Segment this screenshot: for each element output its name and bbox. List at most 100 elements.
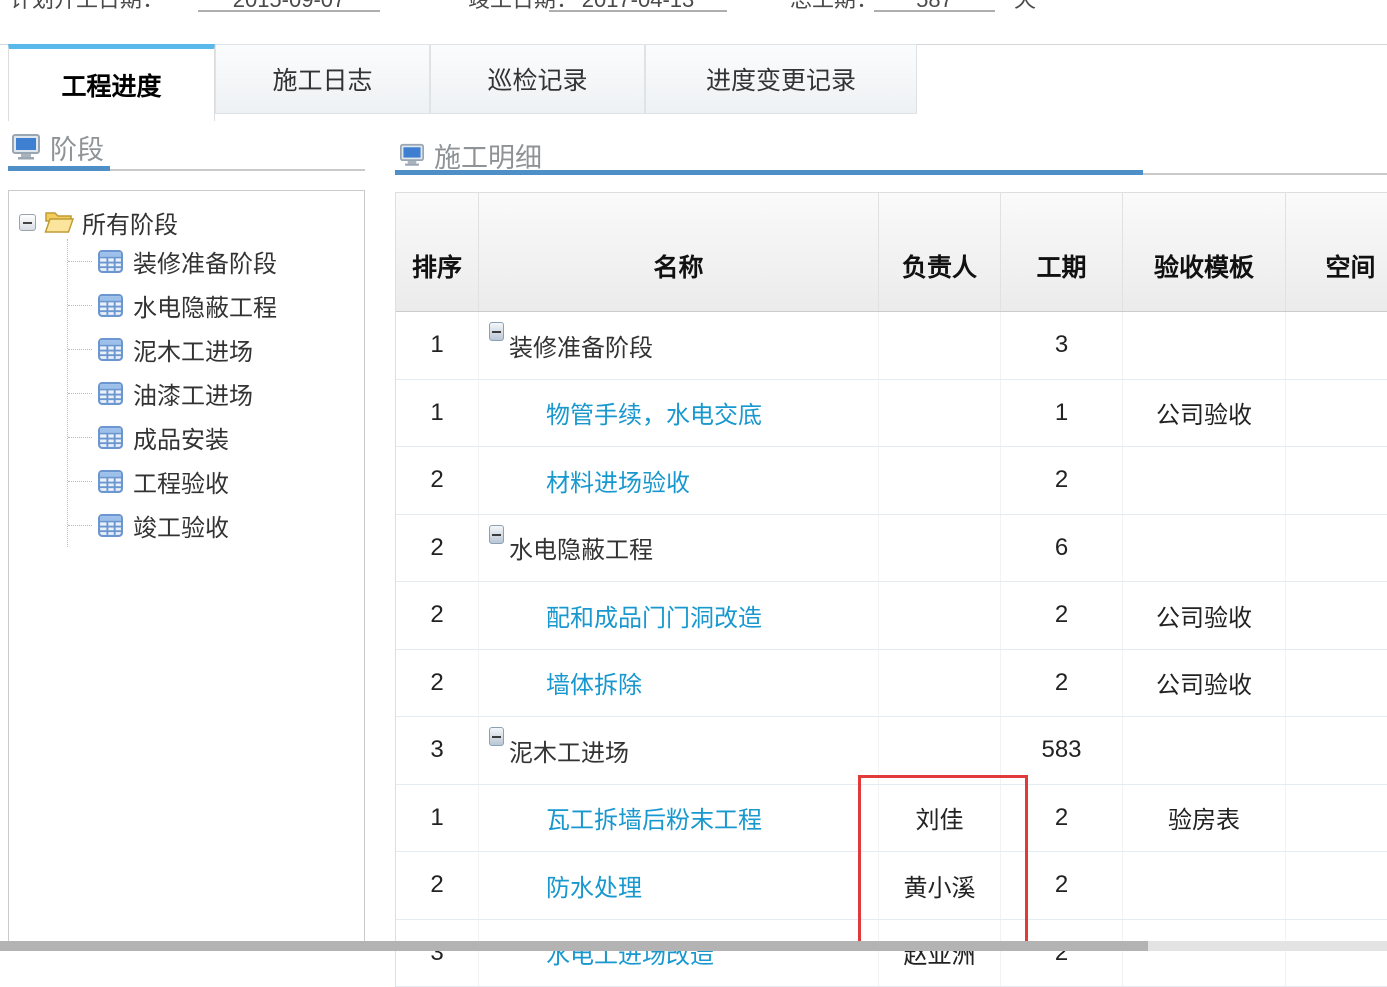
cell-name[interactable]: 水电隐蔽工程 [479,515,879,582]
table-icon [98,293,123,318]
table-icon [98,513,123,538]
cell-owner [879,650,1001,717]
cell-owner [879,380,1001,447]
collapse-minus-icon[interactable] [489,322,504,341]
cell-owner [879,582,1001,649]
tree-item-stage[interactable]: 竣工验收 [68,503,364,547]
task-name-link[interactable]: 防水处理 [546,868,642,903]
col-header-owner: 负责人 [879,193,1001,311]
cell-duration: 2 [1001,785,1123,852]
stage-panel-header: 阶段 [12,130,104,164]
cell-name[interactable]: 物管手续，水电交底 [479,380,879,447]
tree-item-stage[interactable]: 工程验收 [68,459,364,503]
col-header-space: 空间 [1286,193,1387,311]
tree-item-label[interactable]: 成品安装 [133,420,229,455]
stage-panel-underline [8,166,110,171]
table-row[interactable]: 1 瓦工拆墙后粉末工程 刘佳 2 验房表 [396,785,1387,853]
cell-owner [879,447,1001,514]
tree-root-label[interactable]: 所有阶段 [82,205,178,240]
cell-duration: 2 [1001,447,1123,514]
table-row[interactable]: 2 防水处理 黄小溪 2 [396,852,1387,920]
stage-panel-underline-gray [110,169,365,171]
cell-name[interactable]: 装修准备阶段 [479,312,879,379]
cell-name[interactable]: 配和成品门门洞改造 [479,582,879,649]
table-header-row: 排序 名称 负责人 工期 验收模板 空间 [396,193,1387,312]
input-underline [874,10,995,12]
table-row[interactable]: 3 水电工进场改造 赵亚洲 2 [396,920,1387,987]
horizontal-scrollbar[interactable] [0,941,1387,951]
cell-space [1286,717,1387,784]
tab-project-progress[interactable]: 工程进度 [8,44,215,121]
cell-name[interactable]: 泥木工进场 [479,717,879,784]
days-unit-label: 天 [1005,0,1045,15]
completion-date-value[interactable]: 2017-04-13 [549,0,727,15]
cell-name[interactable]: 瓦工拆墙后粉末工程 [479,785,879,852]
collapse-minus-icon[interactable] [489,727,504,746]
tree-item-label[interactable]: 装修准备阶段 [133,244,277,279]
tree-item-label[interactable]: 油漆工进场 [133,376,253,411]
tree-item-stage[interactable]: 装修准备阶段 [68,239,364,283]
cell-order: 1 [396,380,479,447]
detail-panel-header: 施工明细 [400,138,542,172]
cell-order: 1 [396,312,479,379]
cell-order: 2 [396,447,479,514]
tab-construction-log[interactable]: 施工日志 [215,44,430,114]
input-underline [549,10,727,12]
cell-template [1123,515,1286,582]
cell-duration: 6 [1001,515,1123,582]
cell-name[interactable]: 防水处理 [479,852,879,919]
cell-duration: 2 [1001,920,1123,987]
tree-item-label[interactable]: 工程验收 [133,464,229,499]
tree-root-row[interactable]: 所有阶段 [9,191,364,239]
cell-template [1123,447,1286,514]
cell-owner [879,515,1001,582]
cell-order: 2 [396,852,479,919]
task-name-link[interactable]: 配和成品门门洞改造 [546,598,762,633]
task-name-link[interactable]: 物管手续，水电交底 [546,395,762,430]
collapse-minus-icon[interactable] [489,525,504,544]
table-row[interactable]: 2 墙体拆除 2 公司验收 [396,650,1387,718]
tab-inspection-records[interactable]: 巡检记录 [430,44,645,114]
tree-item-label[interactable]: 泥木工进场 [133,332,253,367]
table-row[interactable]: 2 配和成品门门洞改造 2 公司验收 [396,582,1387,650]
cell-template [1123,852,1286,919]
stage-panel-title: 阶段 [50,128,104,167]
table-row[interactable]: 1 装修准备阶段 3 [396,312,1387,380]
cell-template [1123,717,1286,784]
input-underline [198,10,380,12]
table-icon [98,337,123,362]
detail-panel-underline-gray [1143,173,1387,175]
cell-space [1286,650,1387,717]
table-body: 1 装修准备阶段 3 1 物管手续，水电交底 1 公司验收 2 材料进场验收 2… [396,312,1387,987]
tree-item-stage[interactable]: 水电隐蔽工程 [68,283,364,327]
cell-space [1286,380,1387,447]
tree-item-stage[interactable]: 泥木工进场 [68,327,364,371]
detail-panel-underline [395,170,1143,175]
tree-item-stage[interactable]: 成品安装 [68,415,364,459]
collapse-icon[interactable] [19,214,36,231]
scrollbar-thumb[interactable] [0,941,1148,951]
table-row[interactable]: 2 材料进场验收 2 [396,447,1387,515]
task-name-link[interactable]: 材料进场验收 [546,463,690,498]
planned-start-date-value[interactable]: 2015-09-07 [198,0,380,15]
tab-progress-change-records[interactable]: 进度变更记录 [645,44,917,114]
group-name-text: 泥木工进场 [509,733,629,768]
cell-name[interactable]: 水电工进场改造 [479,920,879,987]
cell-name[interactable]: 材料进场验收 [479,447,879,514]
cell-duration: 583 [1001,717,1123,784]
total-duration-value[interactable]: 587 [874,0,995,15]
cell-owner: 黄小溪 [879,852,1001,919]
tree-item-stage[interactable]: 油漆工进场 [68,371,364,415]
folder-open-icon [44,210,74,234]
tree-item-label[interactable]: 水电隐蔽工程 [133,288,277,323]
table-row[interactable]: 2 水电隐蔽工程 6 [396,515,1387,583]
detail-panel-title: 施工明细 [434,136,542,175]
table-row[interactable]: 1 物管手续，水电交底 1 公司验收 [396,380,1387,448]
task-name-link[interactable]: 墙体拆除 [546,665,642,700]
task-name-link[interactable]: 瓦工拆墙后粉末工程 [546,800,762,835]
table-row[interactable]: 3 泥木工进场 583 [396,717,1387,785]
stage-tree-panel: 所有阶段 装修准备阶段 水电隐蔽工程 泥木工进场 [8,190,365,951]
cell-duration: 2 [1001,582,1123,649]
cell-name[interactable]: 墙体拆除 [479,650,879,717]
tree-item-label[interactable]: 竣工验收 [133,508,229,543]
